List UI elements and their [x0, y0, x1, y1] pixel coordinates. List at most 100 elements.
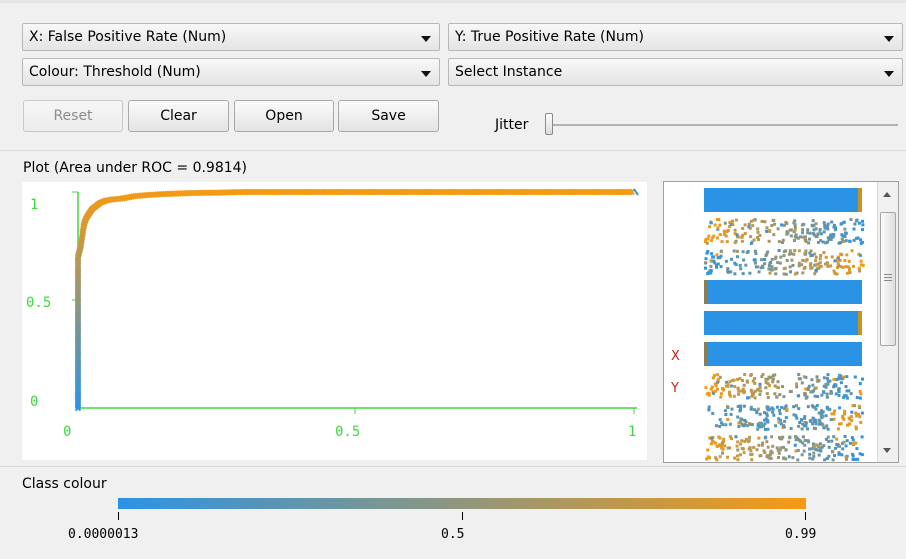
strip-dot	[845, 375, 849, 379]
scrollbar-thumb[interactable]	[880, 212, 896, 346]
strip-dot	[804, 424, 808, 428]
strip-dot	[778, 436, 782, 440]
strip-fill	[704, 280, 862, 304]
strip-dot	[861, 377, 864, 381]
strip-dot	[764, 386, 768, 390]
class-colour-title: Class colour	[22, 476, 107, 492]
strip-dot	[853, 458, 857, 461]
colour-select[interactable]: Colour: Threshold (Num)	[22, 58, 440, 86]
strip-dot	[804, 421, 808, 425]
jitter-slider-track[interactable]	[548, 124, 898, 126]
strip-dot	[819, 254, 823, 257]
strip-dot	[791, 456, 795, 460]
plot-area[interactable]: 1 0.5 0 0 0.5 1	[22, 182, 647, 460]
strip-dot	[771, 444, 775, 448]
strip-dot	[736, 415, 740, 419]
strip-dot	[807, 440, 811, 444]
strip-dot	[789, 234, 793, 238]
colour-tick-label: 0.0000013	[68, 527, 139, 542]
strip-fill	[704, 342, 862, 366]
instance-select-label: Select Instance	[455, 64, 563, 80]
clear-button[interactable]: Clear	[128, 100, 229, 132]
strip-dot	[861, 228, 864, 232]
strip-dot	[783, 223, 786, 227]
strip-dot	[749, 241, 753, 245]
strip-dot	[813, 445, 817, 448]
scroll-up-icon[interactable]	[883, 192, 891, 197]
strip-dot	[811, 219, 815, 223]
strip-dot	[741, 447, 745, 451]
strip-dot	[733, 272, 737, 276]
strip-dot	[792, 252, 796, 256]
strip-dot	[782, 272, 786, 276]
strip-dot	[757, 436, 761, 440]
strip-dot	[816, 240, 820, 244]
strip-dot	[785, 407, 789, 411]
strip-dot	[779, 446, 783, 450]
strip-dot	[803, 266, 807, 269]
strip-dot	[718, 223, 722, 227]
strip-dot	[755, 448, 759, 452]
strip-dot	[723, 221, 727, 225]
y-axis-select[interactable]: Y: True Positive Rate (Num)	[448, 23, 903, 51]
strip-dot	[754, 265, 758, 269]
scrollbar[interactable]	[877, 182, 898, 462]
strip-dot	[834, 228, 837, 232]
strip-dot	[837, 393, 841, 397]
instance-select[interactable]: Select Instance	[448, 58, 903, 86]
strip-dot	[769, 457, 773, 460]
strip-dot	[822, 376, 826, 380]
attribute-strips[interactable]: X Y	[664, 182, 898, 462]
strip-dot	[785, 259, 789, 262]
reset-button[interactable]: Reset	[23, 100, 123, 132]
strip-dot	[763, 418, 767, 422]
strip-dot	[714, 384, 718, 388]
strip-dot	[829, 418, 833, 422]
strip-dot	[718, 455, 722, 459]
x-tick-label: 0.5	[335, 424, 360, 440]
strip-dot	[766, 396, 770, 399]
strip-dot	[711, 236, 714, 240]
strip-dot	[765, 440, 769, 444]
strip-dot	[826, 264, 830, 268]
strip-dot	[797, 373, 801, 376]
strip-dot	[841, 414, 845, 418]
strip-dot	[751, 224, 755, 228]
strip-dot	[746, 250, 750, 253]
colour-tick-label: 0.99	[785, 527, 817, 542]
strip-dot	[753, 377, 757, 381]
strip-dot	[790, 258, 794, 262]
strip-dot	[770, 268, 774, 272]
strip-dot	[853, 222, 857, 226]
strip-dot	[852, 238, 856, 242]
strip-dot	[838, 406, 842, 410]
strip-dot	[753, 261, 757, 265]
y-marker: Y	[670, 381, 679, 396]
x-axis-select[interactable]: X: False Positive Rate (Num)	[22, 23, 440, 51]
strip-dot	[749, 373, 753, 377]
strip-dot	[784, 457, 788, 461]
scroll-down-icon[interactable]	[883, 448, 891, 453]
save-button[interactable]: Save	[338, 100, 439, 132]
strip-dot	[818, 420, 822, 424]
grip-icon	[884, 274, 892, 275]
strip-dot	[709, 259, 713, 263]
roc-points	[74, 188, 639, 412]
strip-dot	[819, 449, 823, 453]
strip-dot	[847, 416, 851, 420]
open-button[interactable]: Open	[234, 100, 334, 132]
strip-dot	[710, 252, 714, 256]
jitter-label: Jitter	[495, 117, 529, 133]
strip-dot	[758, 412, 762, 416]
strip-dot	[736, 255, 739, 259]
strip-dot	[811, 232, 815, 235]
strip-dot	[769, 260, 773, 264]
strip-dot	[810, 253, 814, 257]
jitter-slider-handle[interactable]	[545, 113, 553, 135]
strip-dot	[858, 415, 862, 419]
strip-dot	[748, 422, 752, 426]
strip-dot	[820, 412, 824, 416]
strip-dot	[817, 411, 821, 415]
strip-dot	[707, 234, 711, 238]
chevron-down-icon	[421, 71, 431, 77]
